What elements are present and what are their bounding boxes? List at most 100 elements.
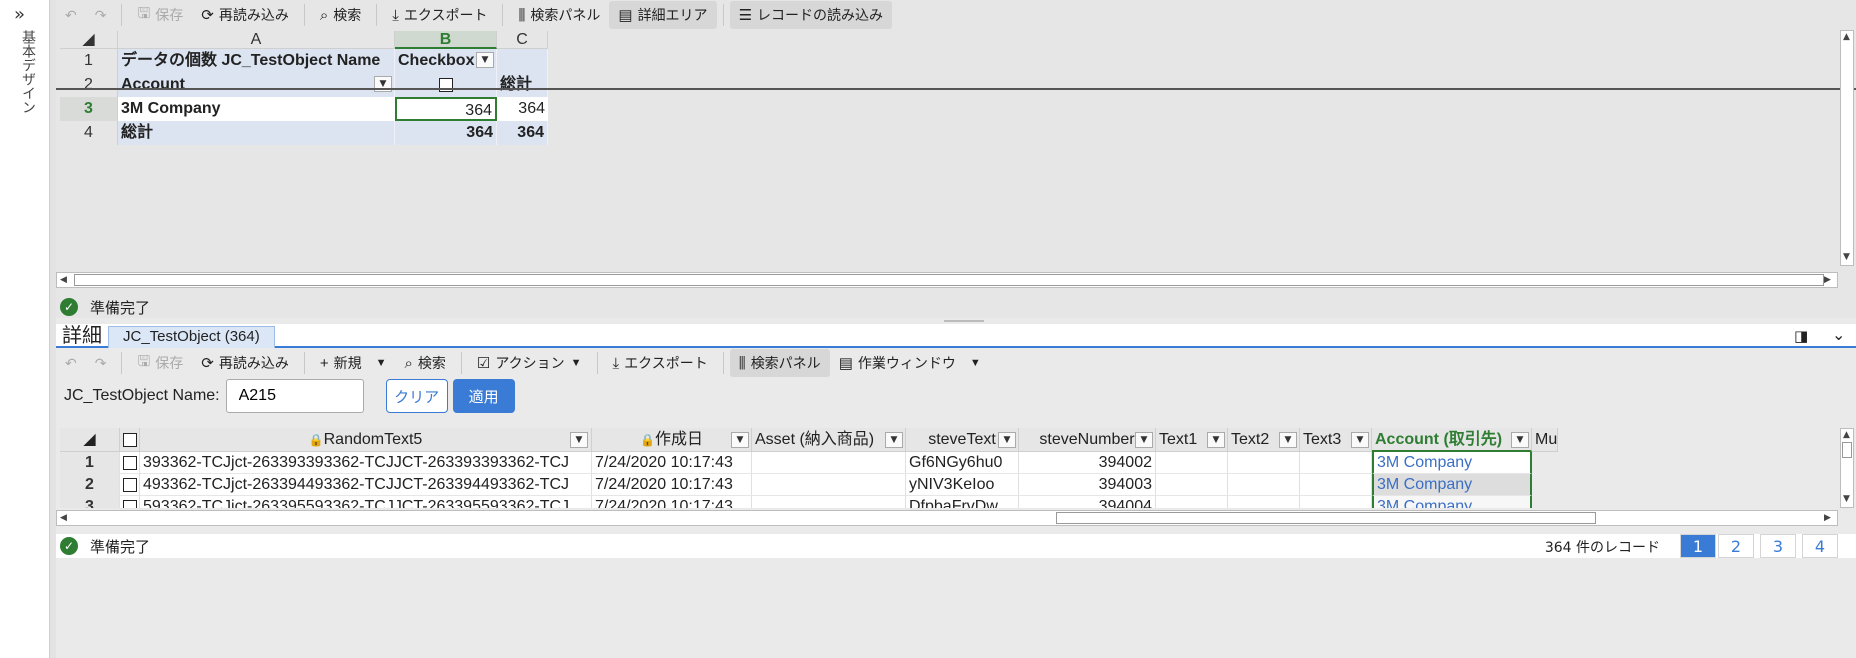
tab-jc-testobject[interactable]: JC_TestObject (364) xyxy=(108,326,275,348)
column-menu-dropdown[interactable]: ▼ xyxy=(1135,432,1153,448)
column-menu-dropdown[interactable]: ▼ xyxy=(570,432,588,448)
checkbox-icon[interactable] xyxy=(123,455,137,470)
table-cell[interactable]: 493362-TCJjct-263394493362-TCJJCT-263394… xyxy=(140,474,592,496)
redo-button[interactable]: ↷ xyxy=(86,1,116,29)
scroll-left-icon[interactable]: ◀ xyxy=(60,513,67,523)
row-number[interactable]: 1 xyxy=(60,49,118,73)
column-header[interactable]: Mu xyxy=(1532,428,1558,452)
scroll-thumb[interactable] xyxy=(74,274,1824,286)
detail-area-button[interactable]: ▤ 詳細エリア xyxy=(609,1,717,29)
pivot-checkbox-header[interactable] xyxy=(395,73,497,97)
select-all-corner[interactable]: ◢ xyxy=(60,428,120,452)
table-cell[interactable] xyxy=(1156,474,1228,496)
chevron-down-icon[interactable]: ▼ xyxy=(376,357,387,369)
undo-button[interactable]: ↶ xyxy=(56,1,86,29)
undo-button[interactable]: ↶ xyxy=(56,349,86,377)
scroll-up-icon[interactable]: ▲ xyxy=(1843,430,1850,440)
pivot-data-field[interactable]: データの個数 JC_TestObject Name xyxy=(118,49,395,73)
checkbox-filter-dropdown[interactable]: ▼ xyxy=(476,52,494,68)
table-cell[interactable]: 7/24/2020 10:17:43 xyxy=(592,452,752,474)
column-header-selected[interactable]: Account (取引先) xyxy=(1372,428,1532,452)
table-cell[interactable] xyxy=(1156,452,1228,474)
row-checkbox-cell[interactable] xyxy=(120,452,140,474)
search-button[interactable]: ⌕ 検索 xyxy=(311,1,370,29)
rail-label[interactable]: 基本デザイン xyxy=(18,30,38,114)
column-header[interactable]: 🔒作成日 xyxy=(592,428,752,452)
page-3-button[interactable]: 3 xyxy=(1760,534,1796,558)
search-panel-button[interactable]: ⫼ 検索パネル xyxy=(729,349,830,377)
select-all-corner[interactable]: ◢ xyxy=(60,31,118,49)
horizontal-scrollbar[interactable]: ◀ ▶ xyxy=(56,510,1856,528)
column-menu-dropdown[interactable]: ▼ xyxy=(1279,432,1297,448)
column-menu-dropdown[interactable]: ▼ xyxy=(1207,432,1225,448)
name-filter-input[interactable] xyxy=(225,379,364,413)
row-number[interactable]: 2 xyxy=(60,474,120,496)
action-button[interactable]: ☑ アクション ▼ xyxy=(468,349,591,377)
scroll-left-icon[interactable]: ◀ xyxy=(60,275,67,285)
horizontal-scrollbar[interactable]: ◀ ▶ xyxy=(56,272,1856,290)
column-menu-dropdown[interactable]: ▼ xyxy=(885,432,903,448)
table-cell[interactable] xyxy=(1228,496,1300,508)
save-button[interactable]: 🖫 保存 xyxy=(128,1,192,29)
expand-rail-icon[interactable]: » xyxy=(14,4,25,25)
checkbox-icon[interactable] xyxy=(123,499,137,508)
row-checkbox-cell[interactable] xyxy=(120,496,140,508)
row-checkbox-cell[interactable] xyxy=(120,474,140,496)
table-cell[interactable] xyxy=(752,452,906,474)
page-1-button[interactable]: 1 xyxy=(1680,534,1716,558)
work-window-button[interactable]: ▤ 作業ウィンドウ ▼ xyxy=(830,349,990,377)
account-link[interactable]: 3M Company xyxy=(1372,474,1532,496)
table-cell[interactable] xyxy=(1156,496,1228,508)
table-cell[interactable]: 394002 xyxy=(1019,452,1156,474)
table-cell[interactable] xyxy=(1300,474,1372,496)
redo-button[interactable]: ↷ xyxy=(86,349,116,377)
column-header-a[interactable]: A xyxy=(118,31,395,49)
column-menu-dropdown[interactable]: ▼ xyxy=(731,432,749,448)
scroll-right-icon[interactable]: ▶ xyxy=(1824,275,1831,285)
page-2-button[interactable]: 2 xyxy=(1718,534,1754,558)
table-cell[interactable]: Gf6NGy6hu0 xyxy=(906,452,1019,474)
header-checkbox-cell[interactable] xyxy=(120,428,140,452)
save-button[interactable]: 🖫 保存 xyxy=(128,349,192,377)
table-cell[interactable] xyxy=(1228,452,1300,474)
scroll-right-icon[interactable]: ▶ xyxy=(1824,513,1831,523)
search-panel-button[interactable]: ⫼ 検索パネル xyxy=(509,1,609,29)
scroll-up-icon[interactable]: ▲ xyxy=(1843,32,1850,42)
table-cell[interactable] xyxy=(1300,496,1372,508)
export-button[interactable]: ⤓ エクスポート xyxy=(604,349,717,377)
table-cell[interactable] xyxy=(1300,452,1372,474)
table-cell[interactable]: 7/24/2020 10:17:43 xyxy=(592,474,752,496)
row-number[interactable]: 3 xyxy=(60,97,118,121)
clear-button[interactable]: クリア xyxy=(385,379,448,413)
row-number[interactable]: 1 xyxy=(60,452,120,474)
column-header[interactable]: Asset (納入商品) xyxy=(752,428,906,452)
table-cell[interactable]: 593362-TCJjct-263395593362-TCJJCT-263395… xyxy=(140,496,592,508)
pivot-row-field[interactable]: Account xyxy=(118,73,395,97)
column-menu-dropdown[interactable]: ▼ xyxy=(1351,432,1369,448)
collapse-icon[interactable]: ⌄ xyxy=(1832,325,1845,344)
load-records-button[interactable]: ☰ レコードの読み込み xyxy=(729,1,893,29)
reload-button[interactable]: ⟳ 再読み込み xyxy=(192,1,298,29)
apply-button[interactable]: 適用 xyxy=(452,379,515,413)
column-menu-dropdown[interactable]: ▼ xyxy=(1511,432,1529,448)
new-button[interactable]: + 新規 ▼ xyxy=(311,349,396,377)
account-link[interactable]: 3M Company xyxy=(1372,452,1532,474)
search-button[interactable]: ⌕ 検索 xyxy=(395,349,454,377)
account-link[interactable]: 3M Company xyxy=(1372,496,1532,508)
column-header-b[interactable]: B xyxy=(395,31,497,49)
table-cell[interactable] xyxy=(752,474,906,496)
checkbox-icon[interactable] xyxy=(123,432,137,447)
vertical-scrollbar[interactable]: ▲ ▼ xyxy=(1838,428,1856,508)
table-cell[interactable]: 394003 xyxy=(1019,474,1156,496)
table-cell[interactable]: 394004 xyxy=(1019,496,1156,508)
reload-button[interactable]: ⟳ 再読み込み xyxy=(192,349,298,377)
table-cell[interactable]: 7/24/2020 10:17:43 xyxy=(592,496,752,508)
column-header-c[interactable]: C xyxy=(497,31,548,49)
table-cell[interactable]: DfpbaFrvDw xyxy=(906,496,1019,508)
checkbox-icon[interactable] xyxy=(123,477,137,492)
row-number[interactable]: 2 xyxy=(60,73,118,97)
pivot-row-label[interactable]: 3M Company xyxy=(118,97,395,121)
selected-cell[interactable]: 364 xyxy=(395,97,497,121)
scroll-down-icon[interactable]: ▼ xyxy=(1843,252,1850,262)
vertical-scrollbar[interactable]: ▲ ▼ xyxy=(1838,30,1856,266)
